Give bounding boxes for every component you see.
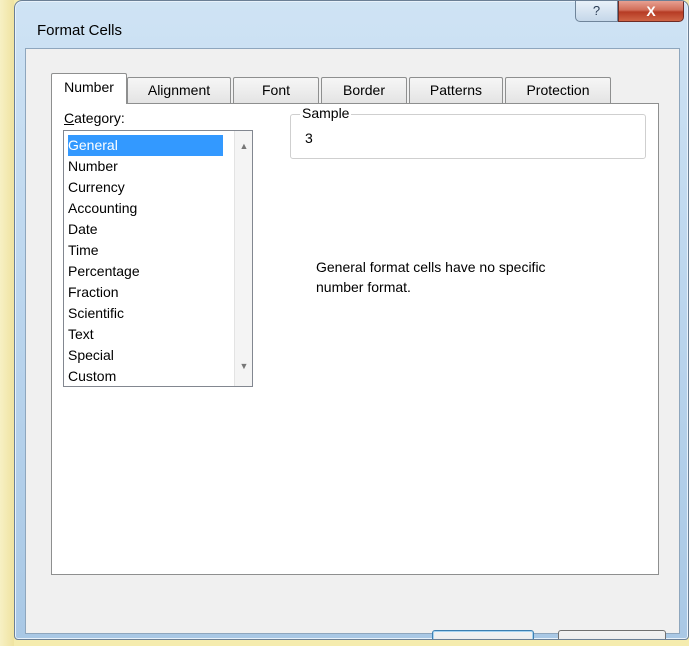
tab-alignment[interactable]: Alignment bbox=[127, 77, 231, 103]
category-label: Category: bbox=[64, 110, 125, 126]
list-item-general[interactable]: General bbox=[68, 135, 223, 156]
list-item-date[interactable]: Date bbox=[68, 219, 223, 240]
list-item-accounting[interactable]: Accounting bbox=[68, 198, 223, 219]
list-item-special[interactable]: Special bbox=[68, 345, 223, 366]
number-tab-panel: Category: General Number Currency Accoun… bbox=[51, 103, 659, 575]
list-item-text[interactable]: Text bbox=[68, 324, 223, 345]
list-item-number[interactable]: Number bbox=[68, 156, 223, 177]
format-cells-dialog: Format Cells ? X Number Alignment Font B… bbox=[14, 0, 689, 640]
tab-border[interactable]: Border bbox=[321, 77, 407, 103]
dialog-title: Format Cells bbox=[37, 22, 123, 39]
tab-protection[interactable]: Protection bbox=[505, 77, 611, 103]
category-listbox[interactable]: General Number Currency Accounting Date … bbox=[63, 130, 253, 387]
sample-group: Sample 3 bbox=[290, 105, 646, 159]
help-button[interactable]: ? bbox=[575, 1, 618, 22]
list-item-scientific[interactable]: Scientific bbox=[68, 303, 223, 324]
list-item-percentage[interactable]: Percentage bbox=[68, 261, 223, 282]
close-button[interactable]: X bbox=[618, 1, 684, 22]
sample-label: Sample bbox=[300, 105, 352, 121]
dialog-body: Number Alignment Font Border Patterns Pr… bbox=[25, 48, 680, 639]
category-scrollbar[interactable]: ▲ ▼ bbox=[234, 131, 252, 386]
tab-font[interactable]: Font bbox=[233, 77, 319, 103]
tab-patterns[interactable]: Patterns bbox=[409, 77, 503, 103]
list-item-custom[interactable]: Custom bbox=[68, 366, 223, 387]
list-item-fraction[interactable]: Fraction bbox=[68, 282, 223, 303]
list-item-time[interactable]: Time bbox=[68, 240, 223, 261]
cancel-button[interactable]: Cancel bbox=[558, 630, 666, 639]
ok-button[interactable]: OK bbox=[432, 630, 534, 639]
tab-number[interactable]: Number bbox=[51, 73, 127, 104]
category-label-accesskey: C bbox=[64, 110, 75, 126]
scroll-up-arrow-icon[interactable]: ▲ bbox=[235, 141, 253, 151]
format-description: General format cells have no specific nu… bbox=[316, 259, 546, 295]
list-item-currency[interactable]: Currency bbox=[68, 177, 223, 198]
category-label-text: ategory: bbox=[74, 110, 125, 126]
scroll-down-arrow-icon[interactable]: ▼ bbox=[235, 361, 253, 371]
desktop-background bbox=[0, 0, 14, 646]
sample-value: 3 bbox=[305, 130, 313, 146]
